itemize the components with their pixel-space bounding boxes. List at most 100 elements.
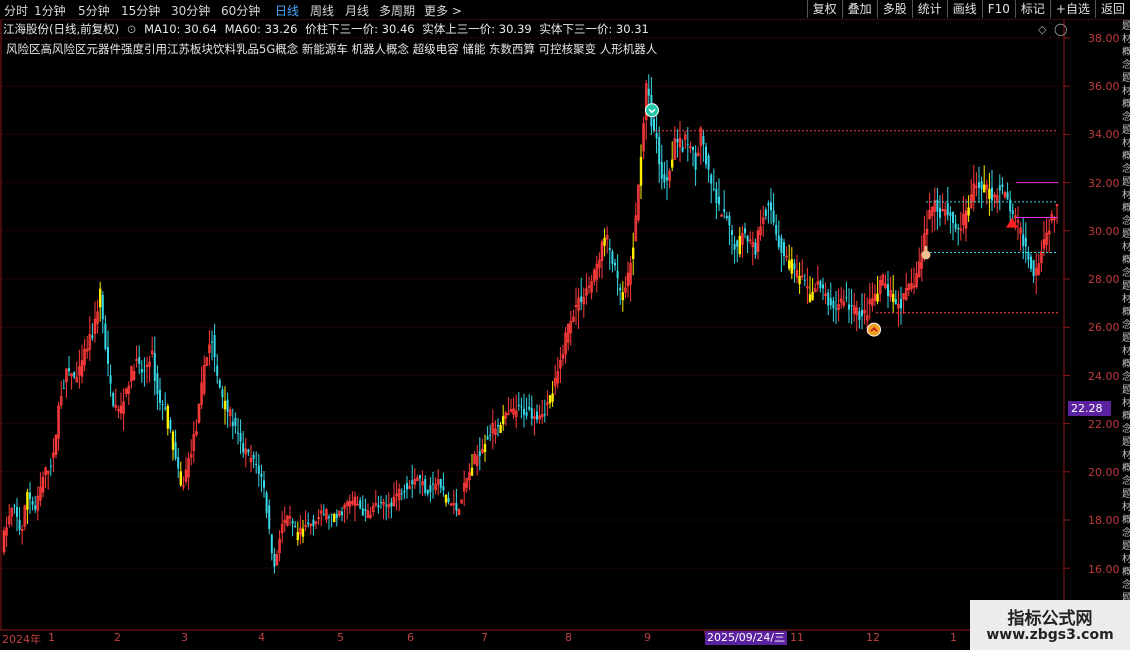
candle-body <box>775 224 778 235</box>
candle-body <box>341 511 343 516</box>
candle-body <box>1006 192 1009 200</box>
candle-body <box>489 435 492 437</box>
y-tick-16: 16.00 <box>1088 563 1120 576</box>
candle-body <box>239 433 242 442</box>
candle-body <box>424 479 427 493</box>
candle-body <box>702 136 705 145</box>
candle-body <box>442 486 445 491</box>
candle-body <box>1030 256 1032 270</box>
candle-body <box>432 483 434 485</box>
candle-body <box>746 235 749 242</box>
candle-body <box>377 505 380 508</box>
candle-body <box>159 389 161 404</box>
candle-body <box>632 247 635 259</box>
candle-body <box>91 335 94 339</box>
candle-body <box>138 357 141 364</box>
candle-body <box>218 380 221 388</box>
y-tick-24: 24.00 <box>1088 370 1120 383</box>
candle-body <box>998 185 1001 191</box>
watermark-url: www.zbgs3.com <box>986 627 1114 643</box>
candle-body <box>385 505 388 507</box>
diamond-icon[interactable]: ◇ <box>1038 23 1046 36</box>
candle-body <box>694 152 697 170</box>
candle-body <box>733 244 736 250</box>
candle-body <box>967 207 970 216</box>
candle-body <box>712 188 715 190</box>
candle-body <box>406 483 408 490</box>
candle-body <box>307 522 310 525</box>
candle-body <box>660 162 663 179</box>
x-label-dec: 12 <box>866 631 880 644</box>
candle-body <box>543 413 546 416</box>
candle-body <box>140 369 143 373</box>
candle-body <box>829 298 832 306</box>
candlestick-chart[interactable] <box>0 0 1130 650</box>
candle-body <box>790 259 793 274</box>
candle-body <box>444 494 448 503</box>
candle-body <box>692 146 694 151</box>
candle-body <box>231 421 234 427</box>
candle-body <box>887 284 889 296</box>
candle-body <box>946 203 949 215</box>
candle-body <box>447 497 450 502</box>
candle-body <box>894 298 897 305</box>
candle-body <box>772 210 775 223</box>
candle-body <box>478 451 481 457</box>
x-label-sep: 9 <box>644 631 651 644</box>
candle-body <box>333 514 336 523</box>
candle-body <box>31 501 34 505</box>
candle-body <box>523 408 525 415</box>
candle-body <box>1032 260 1035 277</box>
candle-body <box>268 505 271 529</box>
candle-body <box>639 156 643 186</box>
candle-body <box>517 404 520 406</box>
candle-body <box>177 457 180 469</box>
candle-body <box>483 443 487 452</box>
candle-body <box>296 532 299 541</box>
candle-body <box>551 393 554 402</box>
candle-body <box>455 503 458 511</box>
y-tick-18: 18.00 <box>1088 514 1120 527</box>
candle-body <box>803 279 806 281</box>
candle-body <box>237 432 239 434</box>
candle-body <box>611 251 614 264</box>
candle-body <box>273 553 276 567</box>
candle-body <box>247 449 250 453</box>
candle-body <box>848 304 850 310</box>
x-label-feb: 2 <box>114 631 121 644</box>
candle-body <box>819 281 822 289</box>
x-label-mar: 3 <box>181 631 188 644</box>
candle-body <box>322 514 325 516</box>
y-tick-28: 28.00 <box>1088 273 1120 286</box>
candle-body <box>666 177 668 181</box>
x-label-jun: 6 <box>407 631 414 644</box>
toggle-circle-icon[interactable]: ◯ <box>1054 22 1067 36</box>
candle-body <box>470 467 474 476</box>
candle-body <box>291 520 294 524</box>
y-tick-32: 32.00 <box>1088 177 1120 190</box>
candle-body <box>26 491 29 510</box>
candle-body <box>257 465 260 474</box>
x-label-nov: 11 <box>790 631 804 644</box>
candle-body <box>312 519 315 527</box>
candle-body <box>101 294 104 320</box>
candle-body <box>788 260 791 269</box>
candle-body <box>580 296 583 303</box>
candle-body <box>211 341 213 343</box>
candle-body <box>226 399 229 412</box>
candle-body <box>400 493 403 495</box>
candle-body <box>520 406 523 408</box>
candle-body <box>892 293 895 302</box>
candle-body <box>603 237 606 246</box>
candle-body <box>983 184 986 193</box>
candle-body <box>525 412 528 416</box>
candle-body <box>780 237 783 253</box>
candle-body <box>858 311 861 321</box>
candle-body <box>939 207 941 218</box>
candle-body <box>68 368 70 372</box>
candle-body <box>171 431 175 450</box>
candle-body <box>34 505 37 510</box>
x-label-jan: 1 <box>48 631 55 644</box>
candle-body <box>536 411 538 420</box>
candle-body <box>13 505 16 507</box>
